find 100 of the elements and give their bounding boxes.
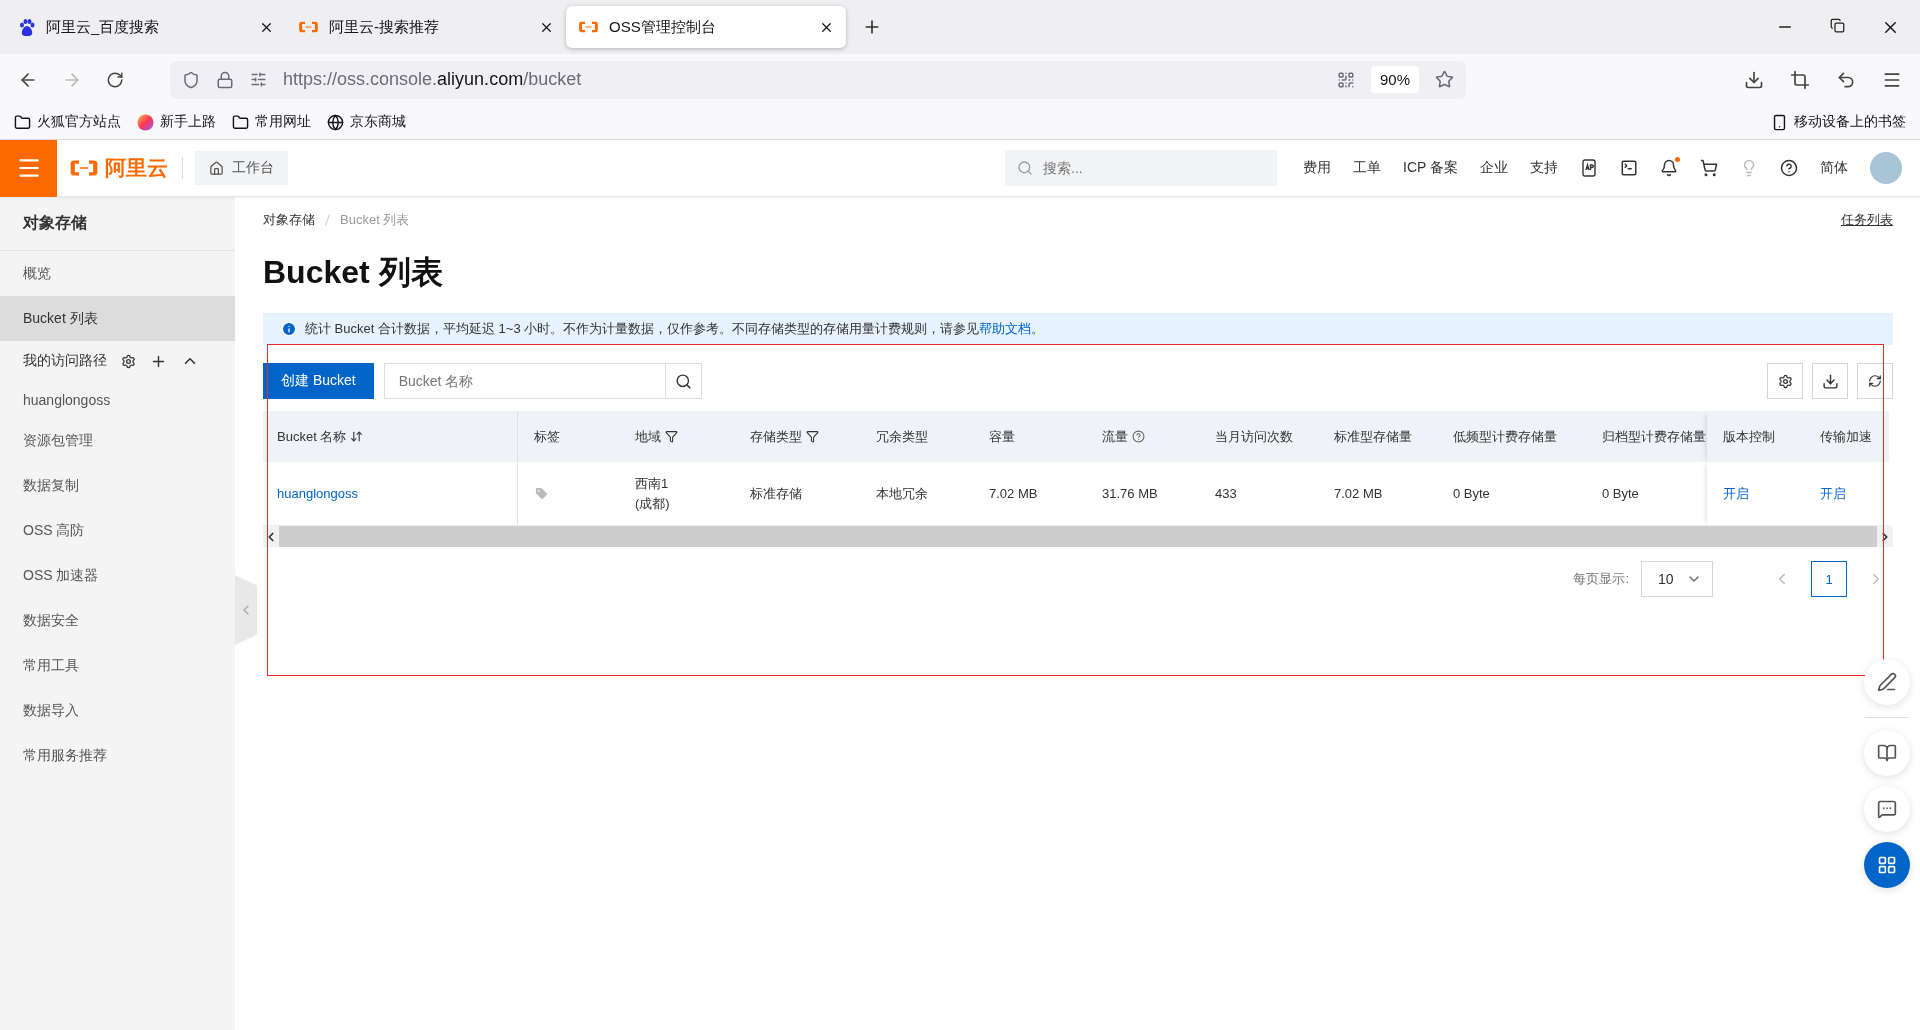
filter-icon[interactable] xyxy=(806,430,819,443)
table-cell-text: 7.02 MB xyxy=(1334,484,1383,503)
header-link[interactable]: 企业 xyxy=(1480,159,1508,177)
address-bar[interactable]: https://oss.console.aliyun.com/bucket 90% xyxy=(170,60,1466,99)
download-icon[interactable] xyxy=(1744,69,1764,90)
sidebar-item[interactable]: 常用服务推荐 xyxy=(0,733,235,778)
download-button[interactable] xyxy=(1812,363,1848,399)
book-icon xyxy=(1877,743,1897,763)
bucket-link[interactable]: 开启 xyxy=(1723,484,1749,503)
column-header: 流量 xyxy=(1086,411,1199,462)
bucket-link[interactable]: huanglongoss xyxy=(277,486,358,501)
browser-logo-icon xyxy=(137,113,154,131)
language-link[interactable]: 简体 xyxy=(1820,159,1848,177)
shield-icon xyxy=(182,70,200,89)
restore-icon[interactable] xyxy=(1830,17,1845,33)
column-header: 地域 xyxy=(619,411,734,462)
help-icon[interactable] xyxy=(1780,159,1798,177)
notice-text: 统计 Bucket 合计数据，平均延迟 1~3 小时。不作为计量数据，仅作参考。不同存储类型的存储用量计费规则，请参见帮助文档。 xyxy=(305,320,1045,338)
page-button[interactable]: 1 xyxy=(1811,561,1847,597)
table-cell-text: 433 xyxy=(1215,484,1237,503)
folder-icon xyxy=(14,113,31,131)
sidebar-item[interactable]: 概览 xyxy=(0,251,235,296)
column-header: 标准型存储量 xyxy=(1318,411,1437,462)
table-cell-text: 西南1 (成都) xyxy=(635,474,670,513)
sidebar-item[interactable]: 资源包管理 xyxy=(0,418,235,463)
bucket-search-bar[interactable]: Bucket 名称 xyxy=(383,363,702,399)
bookmark-link[interactable]: 移动设备上的书签 xyxy=(1794,113,1906,131)
table-cell-text: 0 Byte xyxy=(1602,484,1639,503)
terminal-icon[interactable] xyxy=(1620,159,1638,177)
search-field[interactable]: 搜索... xyxy=(1041,150,1265,186)
sidebar-item[interactable]: huanglongoss xyxy=(0,381,235,418)
bookmark-link[interactable]: 火狐官方站点 xyxy=(37,113,121,131)
crop-icon[interactable] xyxy=(1790,69,1810,90)
column-header: 存储类型 xyxy=(734,411,860,462)
sidebar-item[interactable]: OSS 加速器 xyxy=(0,553,235,598)
filter-icon[interactable] xyxy=(665,430,678,443)
horizontal-scrollbar[interactable] xyxy=(263,526,1893,547)
sidebar-title: 对象存储 xyxy=(0,197,235,251)
chat-button[interactable] xyxy=(1864,786,1910,832)
help-doc-link[interactable]: 帮助文档 xyxy=(979,321,1032,336)
search-icon xyxy=(1017,160,1033,176)
page-size-select[interactable]: 10 xyxy=(1641,561,1713,597)
sidebar-item[interactable]: 数据安全 xyxy=(0,598,235,643)
home-icon xyxy=(209,160,224,176)
settings-button[interactable] xyxy=(1767,363,1803,399)
zoom-level[interactable]: 90% xyxy=(1370,66,1419,93)
sidebar-item[interactable]: 数据复制 xyxy=(0,463,235,508)
apps-button[interactable] xyxy=(1864,842,1910,888)
bookmark-link[interactable]: 新手上路 xyxy=(160,113,216,131)
table-cell-text: 7.02 MB xyxy=(989,484,1038,503)
header-link[interactable]: 工单 xyxy=(1353,159,1381,177)
refresh-button[interactable] xyxy=(1857,363,1893,399)
header-link[interactable]: 支持 xyxy=(1530,159,1558,177)
table-cell-text: 本地冗余 xyxy=(876,484,928,503)
refresh-icon xyxy=(1868,374,1882,388)
bookmark-link[interactable]: 常用网址 xyxy=(255,113,311,131)
permissions-icon[interactable] xyxy=(250,71,267,88)
header-link[interactable]: ICP 备案 xyxy=(1403,159,1458,177)
star-icon[interactable] xyxy=(1435,70,1454,89)
search-icon xyxy=(674,372,692,390)
url-text: https://oss.console.aliyun.com/bucket xyxy=(283,69,583,90)
create-bucket-button[interactable]: 创建 Bucket xyxy=(263,363,374,399)
column-header: 低频型计费存储量 xyxy=(1437,411,1586,462)
column-header: 传输加速 xyxy=(1804,411,1889,462)
book-button[interactable] xyxy=(1864,730,1910,776)
browser-tab[interactable]: 阿里云_百度搜索 xyxy=(6,6,286,48)
task-list-link[interactable]: 任务列表 xyxy=(1841,211,1893,229)
page-title: Bucket 列表 xyxy=(263,253,444,292)
sidebar-item[interactable]: 常用工具 xyxy=(0,643,235,688)
app-icon[interactable] xyxy=(1580,159,1598,177)
workbench-button[interactable]: 工作台 xyxy=(195,151,288,185)
sidebar-item[interactable]: 数据导入 xyxy=(0,688,235,733)
globe-icon xyxy=(327,113,344,131)
browser-tab[interactable]: OSS管理控制台 xyxy=(566,6,846,48)
logo-icon xyxy=(578,20,599,34)
column-header: Bucket 名称 xyxy=(263,411,518,462)
sort-icon[interactable] xyxy=(350,430,364,443)
bookmark-link[interactable]: 京东商城 xyxy=(350,113,406,131)
menu-button[interactable] xyxy=(0,139,57,197)
pen-icon xyxy=(1877,672,1897,692)
sidebar-item[interactable]: Bucket 列表 xyxy=(0,296,235,341)
cart-icon[interactable] xyxy=(1700,159,1718,177)
reload-icon[interactable] xyxy=(106,70,124,89)
chat-icon xyxy=(1877,799,1897,819)
qr-code-icon[interactable] xyxy=(1336,70,1355,89)
header-link[interactable]: 费用 xyxy=(1303,159,1331,177)
bucket-link[interactable]: 开启 xyxy=(1820,484,1846,503)
sidebar-item[interactable]: OSS 高防 xyxy=(0,508,235,553)
page-size-label: 每页显示: xyxy=(1573,570,1629,588)
column-header: 版本控制 xyxy=(1707,411,1804,462)
column-header: 归档型计费存储量 xyxy=(1586,411,1707,462)
logo-icon xyxy=(69,158,99,178)
settings-icon[interactable] xyxy=(121,353,136,369)
undo-icon[interactable] xyxy=(1836,69,1856,90)
breadcrumb-link[interactable]: 对象存储 xyxy=(263,211,315,229)
notification-icon[interactable] xyxy=(1660,159,1678,177)
search-bar[interactable]: 搜索... xyxy=(1005,150,1277,186)
browser-tab[interactable]: 阿里云-搜索推荐 xyxy=(286,6,566,48)
settings-icon xyxy=(1777,373,1793,389)
edit-button[interactable] xyxy=(1864,659,1910,705)
